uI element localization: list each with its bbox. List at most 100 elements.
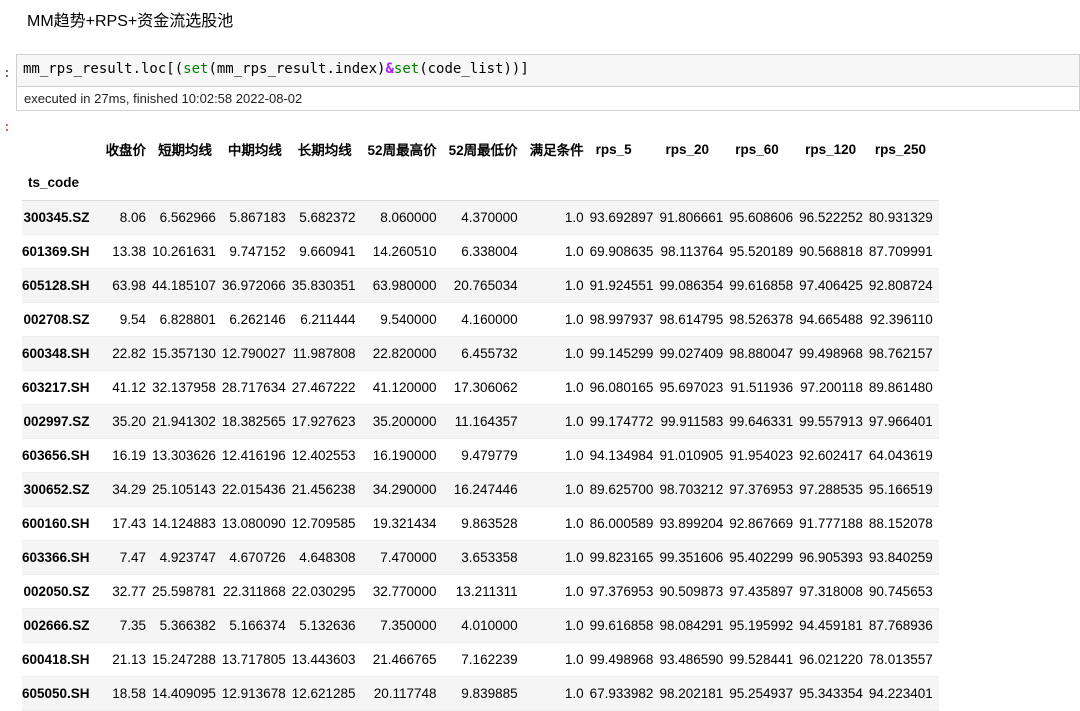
table-cell: 14.124883: [152, 515, 216, 531]
table-cell: 41.120000: [372, 379, 437, 395]
table-cell: 98.202181: [659, 685, 724, 701]
table-cell: 80.931329: [868, 209, 933, 225]
table-cell: 6.828801: [159, 311, 216, 327]
index-name-header: ts_code: [22, 165, 100, 201]
table-cell: 89.625700: [589, 481, 654, 497]
table-cell: 99.646331: [729, 413, 794, 429]
table-cell: 4.648308: [299, 549, 356, 565]
table-cell: 21.456238: [291, 481, 356, 497]
index-name-filler: [99, 165, 939, 201]
table-cell: 17.927623: [291, 413, 356, 429]
table-cell: 64.043619: [868, 447, 933, 463]
table-cell: 6.338004: [461, 243, 518, 259]
table-cell: 6.455732: [461, 345, 518, 361]
table-cell: 88.152078: [868, 515, 933, 531]
table-cell: 95.343354: [799, 685, 863, 701]
table-cell: 13.717805: [221, 651, 286, 667]
table-cell: 22.311868: [222, 583, 286, 599]
table-cell: 97.200118: [800, 379, 863, 395]
table-cell: 12.416196: [221, 447, 286, 463]
row-index-cell: 603656.SH: [22, 447, 90, 463]
table-cell: 1.0: [564, 379, 584, 395]
table-cell: 9.660941: [299, 243, 356, 259]
dataframe-table: 收盘价 短期均线 中期均线 长期均线 52周最高价 52周最低价 满足条件 rps_5 rps_…: [22, 133, 939, 711]
table-cell: 19.321434: [372, 515, 437, 531]
table-cell: 99.528441: [729, 651, 794, 667]
code-token: (code_list))]: [419, 61, 529, 77]
code-token: mm_rps_result.loc[(: [23, 61, 184, 77]
table-cell: 95.166519: [868, 481, 933, 497]
table-cell: 97.966401: [868, 413, 933, 429]
table-cell: 8.060000: [380, 209, 437, 225]
table-cell: 90.568818: [799, 243, 863, 259]
column-header: rps_5: [595, 141, 632, 157]
markdown-heading: MM趋势+RPS+资金流选股池: [27, 13, 234, 30]
table-cell: 14.260510: [372, 243, 437, 259]
table-cell: 34.290000: [372, 481, 437, 497]
table-cell: 98.526378: [729, 311, 794, 327]
row-index-cell: 300345.SZ: [23, 209, 90, 225]
table-cell: 96.080165: [589, 379, 654, 395]
table-cell: 15.357130: [152, 345, 216, 361]
table-cell: 86.000589: [589, 515, 654, 531]
table-cell: 18.58: [112, 685, 147, 701]
table-cell: 5.682372: [299, 209, 356, 225]
table-row: 002666.SZ 7.35 5.366382 5.166374 5.132636 7.3…: [22, 608, 939, 642]
table-cell: 3.653358: [461, 549, 518, 565]
column-header: 长期均线: [297, 143, 352, 158]
table-cell: 22.030295: [291, 583, 356, 599]
table-cell: 27.467222: [291, 379, 356, 395]
table-row: 603656.SH 16.19 13.303626 12.416196 12.40255…: [22, 438, 939, 472]
table-cell: 92.396110: [869, 311, 933, 327]
table-cell: 15.247288: [152, 651, 216, 667]
table-cell: 94.665488: [799, 311, 863, 327]
table-cell: 98.614795: [659, 311, 724, 327]
table-cell: 96.522252: [799, 209, 863, 225]
table-cell: 87.709991: [868, 243, 933, 259]
table-cell: 4.923747: [159, 549, 216, 565]
table-cell: 32.77: [112, 583, 147, 599]
table-cell: 12.913678: [221, 685, 286, 701]
row-index-cell: 002050.SZ: [23, 583, 90, 599]
table-cell: 98.880047: [729, 345, 794, 361]
table-cell: 98.084291: [659, 617, 724, 633]
table-cell: 99.498968: [799, 345, 863, 361]
table-cell: 6.262146: [229, 311, 286, 327]
table-cell: 93.692897: [589, 209, 654, 225]
table-cell: 97.435897: [729, 583, 794, 599]
table-cell: 5.366382: [159, 617, 216, 633]
code-token: (mm_rps_result.index): [208, 61, 386, 77]
table-cell: 22.820000: [372, 345, 437, 361]
table-cell: 91.010905: [659, 447, 724, 463]
index-name-row: ts_code: [22, 165, 939, 201]
table-cell: 98.997937: [589, 311, 654, 327]
table-cell: 98.703212: [659, 481, 724, 497]
row-index-cell: 605050.SH: [22, 685, 90, 701]
column-header-row: 收盘价 短期均线 中期均线 长期均线 52周最高价 52周最低价 满足条件 rps_5 rps_…: [22, 133, 939, 165]
table-cell: 92.867669: [729, 515, 794, 531]
table-cell: 4.160000: [461, 311, 518, 327]
table-cell: 89.861480: [868, 379, 933, 395]
table-cell: 13.443603: [291, 651, 356, 667]
table-cell: 22.015436: [221, 481, 286, 497]
table-cell: 94.459181: [799, 617, 863, 633]
table-cell: 95.402299: [729, 549, 794, 565]
table-cell: 94.134984: [589, 447, 654, 463]
row-index-cell: 300652.SZ: [23, 481, 90, 497]
table-cell: 99.351606: [659, 549, 724, 565]
table-cell: 12.790027: [221, 345, 286, 361]
table-cell: 95.520189: [729, 243, 794, 259]
row-index-cell: 603366.SH: [22, 549, 90, 565]
table-cell: 67.933982: [589, 685, 654, 701]
table-cell: 99.823165: [589, 549, 654, 565]
code-token: set: [183, 61, 209, 77]
table-cell: 93.840259: [868, 549, 933, 565]
table-cell: 1.0: [564, 685, 584, 701]
table-cell: 1.0: [564, 651, 584, 667]
table-cell: 91.777188: [799, 515, 863, 531]
row-index-cell: 605128.SH: [22, 277, 90, 293]
code-cell-editor[interactable]: mm_rps_result.loc[(set(mm_rps_result.ind…: [16, 54, 1080, 87]
table-cell: 34.29: [112, 481, 147, 497]
table-cell: 1.0: [564, 413, 584, 429]
corner-cell: [22, 133, 100, 165]
